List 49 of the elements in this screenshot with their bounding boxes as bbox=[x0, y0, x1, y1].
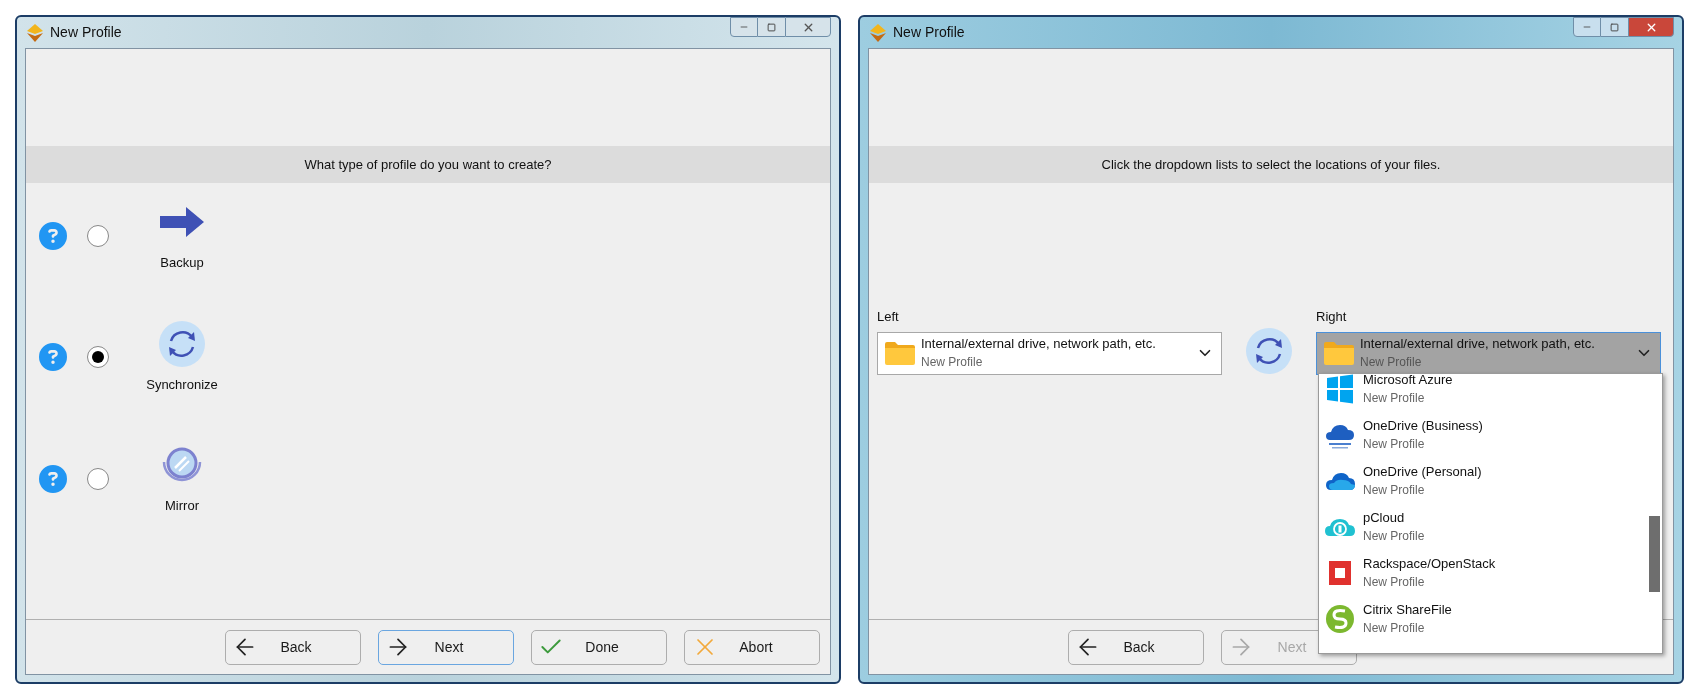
dropdown-item[interactable]: pCloud New Profile bbox=[1319, 504, 1649, 550]
instruction-banner: Click the dropdown lists to select the locations of your files. bbox=[869, 146, 1673, 183]
help-icon[interactable] bbox=[39, 464, 67, 493]
help-icon[interactable] bbox=[39, 343, 67, 372]
back-button[interactable]: Back bbox=[225, 629, 361, 665]
dropdown-item[interactable]: OneDrive (Business) New Profile bbox=[1319, 412, 1649, 458]
left-label: Left bbox=[877, 308, 900, 326]
right-arrow-icon bbox=[160, 205, 204, 239]
radio-button[interactable] bbox=[87, 346, 109, 369]
right-label: Right bbox=[1316, 308, 1348, 326]
radio-button[interactable] bbox=[87, 224, 109, 247]
abort-button[interactable]: Abort bbox=[684, 629, 820, 665]
dropdown-item[interactable]: Rackspace/OpenStack New Profile bbox=[1319, 550, 1649, 596]
minimize-button[interactable] bbox=[1573, 17, 1601, 37]
sync-icon bbox=[1246, 328, 1292, 374]
maximize-icon bbox=[767, 22, 776, 32]
mirror-icon bbox=[160, 446, 204, 484]
option-label: Backup bbox=[160, 254, 204, 272]
dropdown-item[interactable]: Microsoft Azure New Profile bbox=[1319, 374, 1649, 412]
option-label: Synchronize bbox=[146, 375, 218, 394]
window-title: New Profile bbox=[893, 23, 966, 42]
help-icon[interactable] bbox=[39, 221, 67, 250]
minimize-button[interactable] bbox=[730, 17, 758, 37]
option-label: Mirror bbox=[165, 497, 199, 515]
maximize-button[interactable] bbox=[758, 17, 785, 37]
sync-icon bbox=[159, 320, 205, 367]
profile-name-text: New Profile bbox=[921, 354, 984, 371]
profile-name-text: New Profile bbox=[1360, 354, 1423, 371]
dropdown-item[interactable]: OneDrive (Personal) New Profile bbox=[1319, 458, 1649, 504]
close-button[interactable] bbox=[785, 17, 831, 37]
close-button[interactable] bbox=[1628, 17, 1674, 37]
instruction-banner: What type of profile do you want to create? bbox=[26, 146, 830, 183]
done-button[interactable]: Done bbox=[531, 629, 667, 665]
maximize-button[interactable] bbox=[1601, 17, 1628, 37]
location-type-text: Internal/external drive, network path, etc. bbox=[921, 335, 1157, 353]
folder-icon bbox=[1324, 341, 1354, 365]
back-button[interactable]: Back bbox=[1068, 629, 1204, 665]
radio-button[interactable] bbox=[87, 467, 109, 490]
window-title: New Profile bbox=[50, 23, 123, 42]
location-dropdown[interactable]: Internal/external drive, network path, etc. New Profile bbox=[877, 331, 1222, 375]
maximize-icon bbox=[1610, 22, 1619, 32]
app-logo-icon bbox=[27, 23, 43, 42]
location-dropdown[interactable]: Internal/external drive, network path, etc. New Profile bbox=[1316, 331, 1661, 375]
windows-logo-icon bbox=[1325, 374, 1355, 404]
swirl-logo-icon bbox=[1325, 604, 1355, 634]
folder-icon bbox=[885, 341, 915, 365]
app-logo-icon bbox=[870, 23, 886, 42]
next-button[interactable]: Next bbox=[378, 629, 514, 665]
location-type-text: Internal/external drive, network path, etc. bbox=[1360, 335, 1596, 353]
